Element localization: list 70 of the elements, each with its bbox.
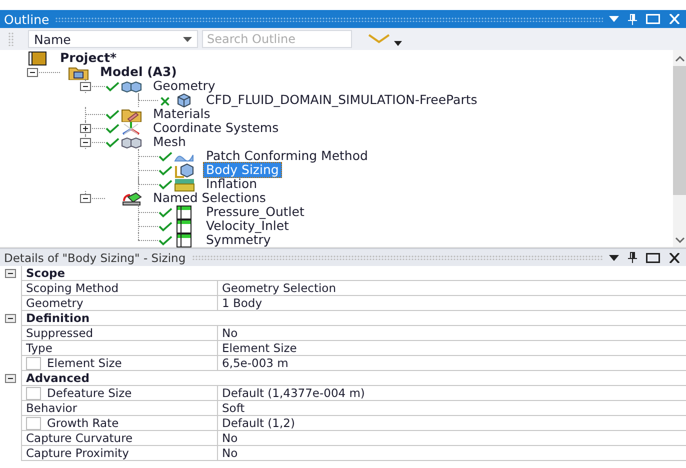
maximize-icon[interactable] (646, 252, 660, 262)
collapse-icon[interactable] (5, 269, 16, 278)
expand-icon[interactable] (80, 124, 91, 132)
axes-icon (121, 120, 142, 136)
folder-icon (68, 64, 89, 80)
checkbox[interactable] (26, 356, 41, 370)
checkbox[interactable] (26, 416, 41, 430)
property-label: Growth Rate (47, 416, 119, 430)
panel-title: Details of "Body Sizing" - Sizing (4, 250, 186, 264)
tree-item[interactable]: Symmetry (203, 232, 274, 248)
group-header: Advanced (22, 371, 686, 386)
property-label: Defeature Size (47, 386, 132, 400)
tree-item[interactable]: Model (A3) (97, 64, 180, 80)
group-header: Definition (22, 311, 686, 326)
property-label: Geometry (26, 296, 84, 310)
property-value: Element Size (218, 341, 686, 356)
shapes-icon (121, 190, 142, 206)
scrollbar[interactable] (673, 50, 686, 247)
pin-icon[interactable] (628, 252, 637, 263)
tree-item[interactable]: Geometry (150, 78, 218, 94)
property-value: 1 Body (218, 296, 686, 311)
property-value: No (218, 446, 686, 461)
folder-icon (121, 106, 142, 122)
tree-item[interactable]: Coordinate Systems (150, 120, 282, 136)
tree-item[interactable]: Materials (150, 106, 214, 122)
tree-item[interactable]: Inflation (203, 176, 260, 192)
cubes-icon (121, 134, 142, 150)
checkbox[interactable] (26, 386, 41, 400)
tree-item[interactable]: Pressure_Outlet (203, 204, 308, 220)
property-label: Element Size (47, 356, 122, 370)
search-field[interactable]: Search Outline (202, 30, 352, 48)
dropdown-icon[interactable] (609, 254, 619, 260)
tree-item[interactable]: Velocity_Inlet (203, 218, 292, 234)
cubes-icon (121, 78, 142, 94)
property-value: Default (1,4377e-004 m) (218, 386, 686, 401)
property-label: Behavior (26, 401, 78, 415)
tree-item[interactable]: Body Sizing (203, 162, 282, 178)
property-value: No (218, 431, 686, 446)
property-label: Capture Proximity (26, 446, 129, 460)
tree-item[interactable]: Patch Conforming Method (203, 148, 371, 164)
property-label: Capture Curvature (26, 431, 133, 445)
scroll-down-icon[interactable] (674, 237, 684, 243)
collapse-icon[interactable] (5, 374, 16, 383)
caret-icon[interactable] (394, 40, 402, 46)
property-label: Suppressed (26, 326, 94, 340)
tree-item[interactable]: Mesh (150, 134, 189, 150)
layers-icon (174, 176, 195, 192)
property-label: Type (26, 341, 52, 355)
panel-title: Outline (4, 12, 50, 26)
cube-ruler-icon (174, 162, 195, 178)
property-value: No (218, 326, 686, 341)
tree-item[interactable]: Named Selections (150, 190, 269, 206)
property-value: Geometry Selection (218, 281, 686, 296)
close-icon[interactable] (669, 252, 680, 262)
tree-item[interactable]: Project* (57, 50, 120, 66)
scroll-up-icon[interactable] (674, 56, 684, 62)
collapse-icon[interactable] (80, 82, 91, 90)
property-value: Default (1,2) (218, 416, 686, 431)
collapse-icon[interactable] (80, 138, 91, 146)
collapse-icon[interactable] (5, 314, 16, 323)
property-value: 6,5e-003 m (218, 356, 686, 371)
toolbar-grip-icon (8, 32, 14, 46)
column-dropdown[interactable]: Name (28, 30, 198, 48)
collapse-icon[interactable] (80, 194, 91, 202)
caret-icon (183, 36, 192, 42)
tree-item[interactable]: CFD_FLUID_DOMAIN_SIMULATION-FreeParts (203, 92, 480, 108)
group-header: Scope (22, 266, 686, 281)
collapse-icon[interactable] (27, 68, 38, 76)
property-value: Soft (218, 401, 686, 416)
property-label: Scoping Method (26, 281, 119, 295)
